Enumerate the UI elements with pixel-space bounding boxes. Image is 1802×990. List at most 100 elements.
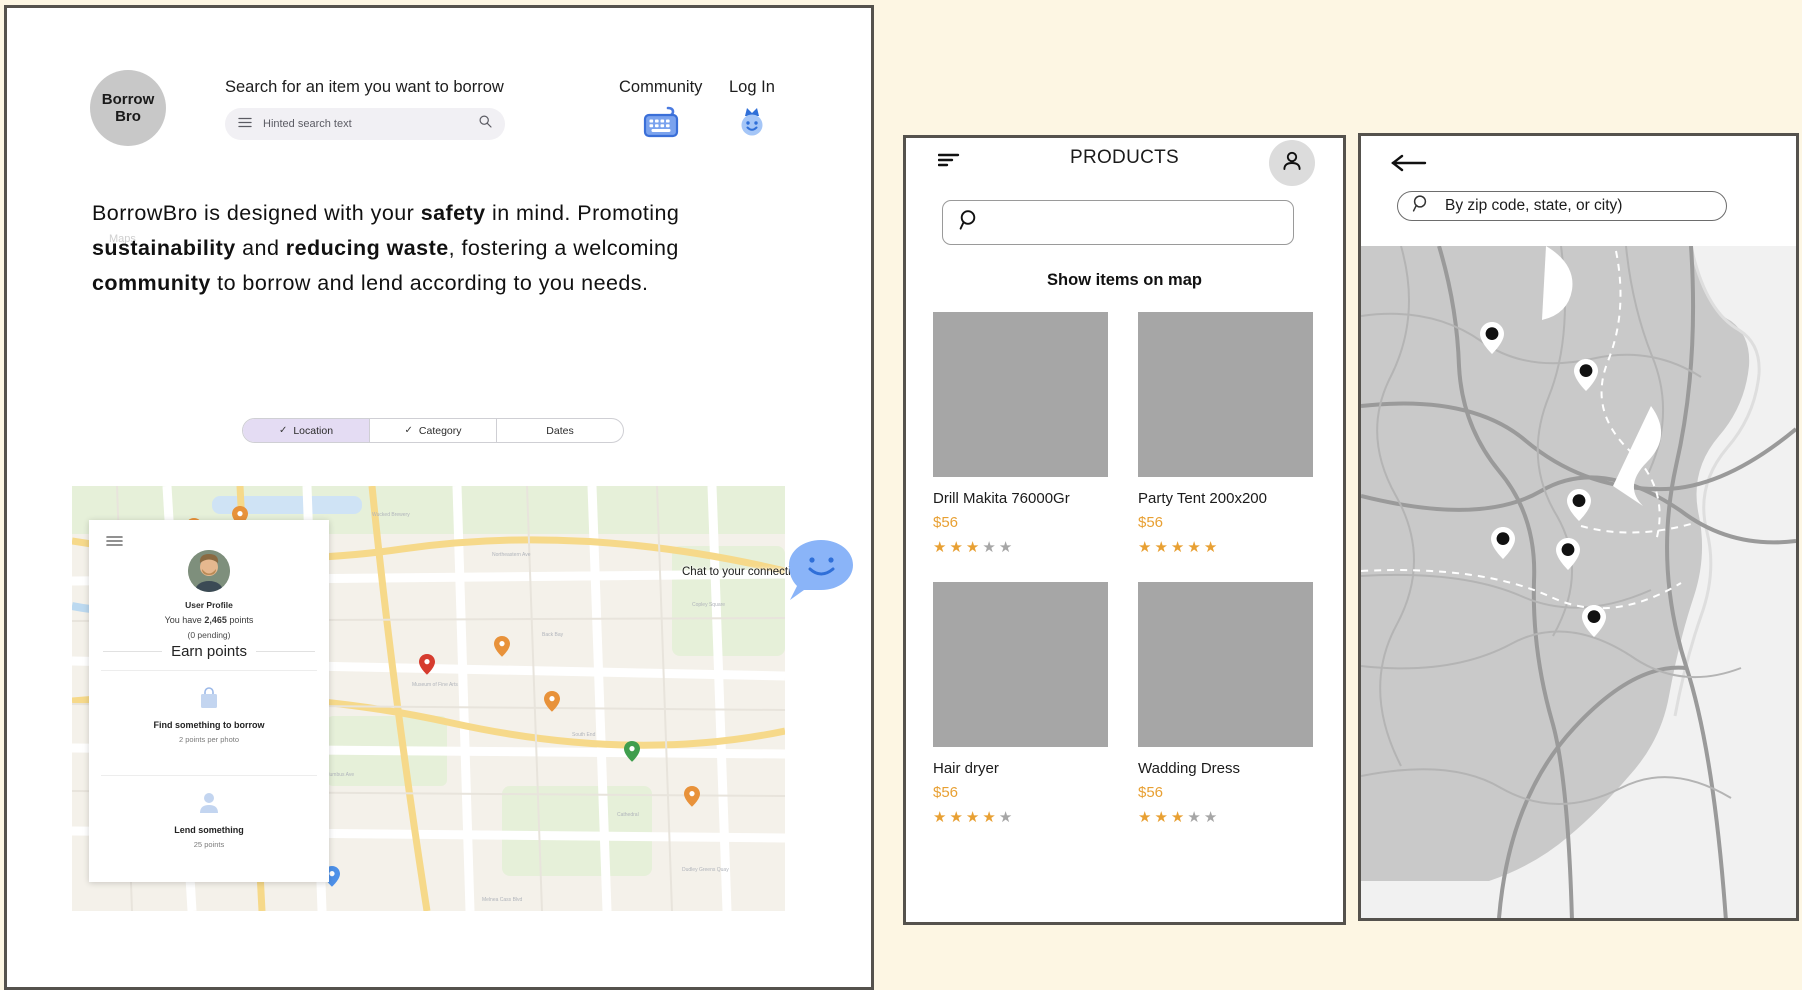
- zip-search-placeholder: By zip code, state, or city): [1445, 197, 1623, 214]
- product-rating: ★★★★★: [933, 538, 1108, 556]
- screen: Borrow Bro Search for an item you want t…: [0, 0, 1802, 990]
- product-price: $56: [1138, 514, 1164, 531]
- avatar[interactable]: [188, 550, 230, 592]
- star-icon: ★: [949, 539, 966, 556]
- person-icon: [1281, 150, 1303, 177]
- product-rating: ★★★★★: [1138, 538, 1313, 556]
- product-rating: ★★★★★: [933, 808, 1108, 826]
- person-icon: [198, 791, 220, 820]
- map-pin-icon[interactable]: [1573, 358, 1599, 392]
- product-thumbnail: [1138, 582, 1313, 747]
- hero-emphasis: sustainability: [92, 236, 236, 260]
- product-card[interactable]: Party Tent 200x200 $56 ★★★★★: [1138, 312, 1313, 556]
- products-grid: Drill Makita 76000Gr $56 ★★★★★ Party Tent 2…: [933, 312, 1313, 826]
- show-items-on-map-link[interactable]: Show items on map: [906, 271, 1343, 290]
- products-search-input[interactable]: [942, 200, 1294, 245]
- filter-tab-dates[interactable]: Dates: [497, 419, 623, 442]
- search-icon[interactable]: [479, 115, 492, 133]
- earn-tile-borrow[interactable]: Find something to borrow 2 points per ph…: [101, 670, 317, 758]
- star-icon: ★: [1170, 539, 1188, 556]
- brand-logo[interactable]: Borrow Bro: [90, 70, 166, 146]
- svg-text:Northeastern Ave: Northeastern Ave: [492, 552, 531, 558]
- brand-logo-line2: Bro: [115, 108, 141, 125]
- tile-title: Find something to borrow: [153, 719, 265, 730]
- map-search-panel: By zip code, state, or city): [1358, 133, 1799, 921]
- profile-points-text: points: [226, 615, 254, 625]
- chat-bubble-smiley-icon[interactable]: [786, 538, 856, 607]
- star-icon: ★: [982, 539, 999, 556]
- map-pin-icon[interactable]: [1555, 537, 1581, 571]
- star-icon: ★: [965, 809, 983, 826]
- hero-emphasis: reducing waste: [285, 236, 449, 260]
- svg-text:Copley Square: Copley Square: [692, 602, 725, 608]
- hero-text: to borrow and lend according to you need…: [210, 271, 649, 295]
- desktop-mockup-panel: Borrow Bro Search for an item you want t…: [4, 5, 874, 990]
- keyboard-icon[interactable]: [641, 105, 681, 144]
- product-price: $56: [933, 514, 959, 531]
- hero-emphasis: safety: [420, 201, 486, 225]
- product-thumbnail: [1138, 312, 1313, 477]
- map-pin-icon[interactable]: [1581, 604, 1607, 638]
- filter-tab-group[interactable]: ✓ Location ✓ Category Dates: [242, 418, 624, 443]
- map-pin-icon[interactable]: [1490, 526, 1516, 560]
- product-price: $56: [1138, 784, 1164, 801]
- check-icon: ✓: [404, 425, 413, 436]
- star-icon: ★: [1187, 809, 1204, 826]
- filter-tab-label: Location: [293, 424, 334, 437]
- product-thumbnail: [933, 312, 1108, 477]
- locations-map[interactable]: [1361, 246, 1796, 918]
- zip-search-input[interactable]: By zip code, state, or city): [1397, 191, 1727, 221]
- profile-points-text: You have: [164, 615, 205, 625]
- product-name: Party Tent 200x200: [1138, 490, 1267, 507]
- tile-subtitle: 2 points per photo: [178, 734, 240, 744]
- hero-paragraph: BorrowBro is designed with your safety i…: [92, 196, 802, 301]
- filter-tab-location[interactable]: ✓ Location: [243, 419, 370, 442]
- search-input-wrapper[interactable]: Hinted search text: [225, 108, 505, 140]
- arrow-left-icon[interactable]: [1391, 154, 1427, 177]
- star-icon: ★: [998, 809, 1016, 826]
- star-icon: ★: [1170, 809, 1188, 826]
- earn-points-heading: Earn points: [89, 643, 329, 660]
- star-icon: ★: [933, 539, 950, 556]
- hero-text: and: [235, 236, 286, 260]
- tile-subtitle: 25 points: [193, 839, 225, 849]
- product-card[interactable]: Drill Makita 76000Gr $56 ★★★★★: [933, 312, 1108, 556]
- nav-item-community[interactable]: Community: [619, 78, 702, 144]
- map-pin-icon[interactable]: [1479, 321, 1505, 355]
- map-pin-icon[interactable]: [1566, 488, 1592, 522]
- svg-text:Wucked Brewery: Wucked Brewery: [372, 512, 410, 518]
- earn-tile-lend[interactable]: Lend something 25 points: [101, 775, 317, 863]
- svg-text:Museum of Fine Arts: Museum of Fine Arts: [412, 682, 458, 688]
- products-panel: PRODUCTS Show items on map Drill Makita …: [903, 135, 1346, 925]
- product-card[interactable]: Hair dryer $56 ★★★★★: [933, 582, 1108, 826]
- check-icon: ✓: [278, 425, 288, 436]
- search-caption: Search for an item you want to borrow: [225, 78, 504, 96]
- divider-right: [255, 651, 316, 652]
- site-header: Borrow Bro Search for an item you want t…: [7, 8, 871, 168]
- brand-logo-line1: Borrow: [101, 91, 155, 108]
- product-rating: ★★★★★: [1138, 808, 1313, 826]
- svg-text:South End: South End: [572, 732, 596, 738]
- smiley-crown-avatar-icon[interactable]: [734, 105, 770, 144]
- search-icon: [1412, 194, 1431, 218]
- hamburger-icon[interactable]: [238, 115, 252, 133]
- filter-tab-label: Dates: [546, 424, 574, 437]
- search-icon: [959, 209, 981, 236]
- nav-item-login[interactable]: Log In: [729, 78, 775, 144]
- star-icon: ★: [998, 539, 1016, 556]
- profile-name: User Profile: [185, 600, 233, 610]
- star-icon: ★: [1154, 539, 1171, 556]
- user-profile-card: User Profile You have 2,465 points (0 pe…: [89, 520, 329, 882]
- svg-text:Cathedral: Cathedral: [617, 812, 639, 818]
- star-icon: ★: [965, 539, 983, 556]
- filter-tab-category[interactable]: ✓ Category: [370, 419, 497, 442]
- product-thumbnail: [933, 582, 1108, 747]
- products-header: PRODUCTS: [906, 138, 1343, 200]
- star-icon: ★: [949, 809, 966, 826]
- product-card[interactable]: Wadding Dress $56 ★★★★★: [1138, 582, 1313, 826]
- hamburger-icon[interactable]: [106, 534, 123, 552]
- star-icon: ★: [1138, 539, 1155, 556]
- tile-title: Lend something: [174, 824, 244, 835]
- product-name: Wadding Dress: [1138, 760, 1240, 777]
- account-avatar-button[interactable]: [1269, 140, 1315, 186]
